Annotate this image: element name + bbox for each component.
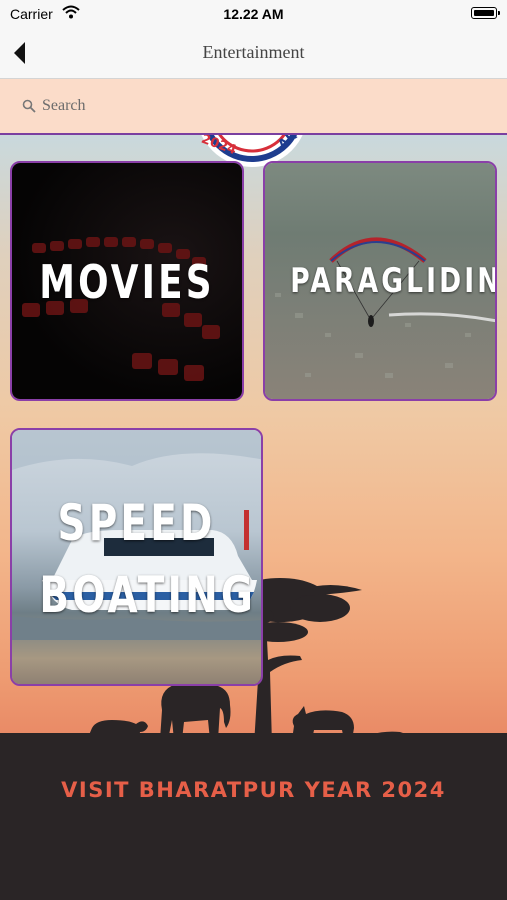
- visit-bharatpur-banner: VISIT BHARATPUR YEAR 2024: [61, 778, 446, 802]
- status-time: 12.22 AM: [223, 6, 284, 22]
- category-label-paragliding: PARAGLIDING: [290, 261, 495, 301]
- search-bar: [0, 79, 507, 135]
- search-input[interactable]: [40, 93, 484, 119]
- category-card-paragliding[interactable]: PARAGLIDING: [263, 161, 497, 401]
- page-title: Entertainment: [202, 42, 305, 62]
- nav-bar: Entertainment: [0, 28, 507, 79]
- category-card-movies[interactable]: MOVIES: [10, 161, 244, 401]
- category-label-movies: MOVIES: [39, 255, 215, 309]
- category-label-boating: BOATING: [39, 566, 256, 624]
- category-card-speed-boating[interactable]: SPEED BOATING: [10, 428, 263, 686]
- speed-boating-image: [12, 430, 261, 684]
- ground-band: [0, 733, 507, 900]
- battery-icon: [471, 7, 500, 19]
- search-icon: [22, 99, 36, 113]
- status-bar: Carrier 12.22 AM: [0, 0, 507, 28]
- category-label-speed: SPEED: [57, 494, 216, 552]
